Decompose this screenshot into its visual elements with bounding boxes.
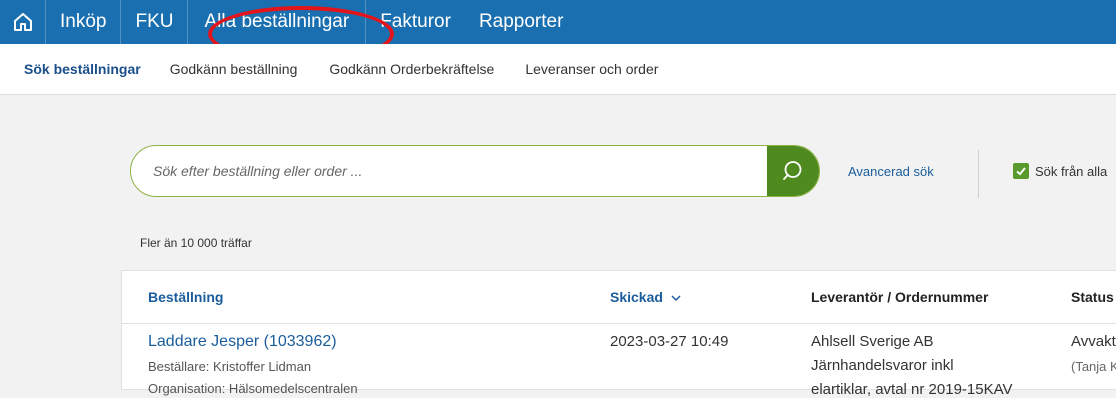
nav-alla-bestallningar[interactable]: Alla beställningar — [188, 0, 367, 44]
search-all-label: Sök från alla — [1035, 163, 1108, 179]
advanced-search-link[interactable]: Avancerad sök — [848, 164, 934, 179]
nav-fakturor[interactable]: Fakturor — [366, 0, 465, 44]
order-link[interactable]: Laddare Jesper (1033962) — [148, 333, 337, 351]
supplier-name: Ahlsell Sverige AB — [811, 333, 934, 350]
nav-fku[interactable]: FKU — [121, 0, 189, 44]
sent-date: 2023-03-27 10:49 — [610, 333, 729, 350]
status-person: (Tanja Karlsson) — [1071, 359, 1116, 374]
search-all-checkbox[interactable] — [1013, 163, 1029, 179]
supplier-description-more: elartiklar, avtal nr 2019-15KAV — [811, 381, 1013, 398]
search-all-option[interactable]: Sök från alla — [1013, 163, 1107, 179]
column-header-sent-label: Skickad — [610, 289, 663, 305]
nav-rapporter[interactable]: Rapporter — [465, 0, 578, 44]
column-header-status: Status — [1071, 289, 1114, 305]
result-count: Fler än 10 000 träffar — [140, 236, 252, 250]
divider — [978, 150, 979, 198]
column-header-supplier: Leverantör / Ordernummer — [811, 289, 989, 305]
home-button[interactable] — [0, 0, 46, 44]
home-icon — [13, 13, 32, 31]
results-table: Beställning Skickad Leverantör / Ordernu… — [121, 270, 1116, 398]
status-value: Avvaktar — [1071, 333, 1116, 350]
orderer-text: Beställare: Kristoffer Lidman — [148, 359, 312, 374]
subnav-godkann-orderbekraftelse[interactable]: Godkänn Orderbekräftelse — [329, 61, 494, 77]
nav-inkop[interactable]: Inköp — [46, 0, 122, 44]
table-row: Laddare Jesper (1033962) Beställare: Kri… — [122, 323, 1116, 398]
search-button[interactable] — [767, 146, 819, 196]
organization-text: Organisation: Hälsomedelscentralen — [148, 381, 358, 396]
column-header-sent[interactable]: Skickad — [610, 289, 681, 305]
subnav-leveranser-och-order[interactable]: Leveranser och order — [525, 61, 658, 77]
checkmark-icon — [1016, 167, 1026, 176]
column-header-order[interactable]: Beställning — [148, 289, 223, 305]
sub-navigation: Sök beställningar Godkänn beställning Go… — [0, 44, 1116, 95]
supplier-description: Järnhandelsvaror inkl — [811, 357, 954, 374]
subnav-sok-bestallningar[interactable]: Sök beställningar — [24, 61, 141, 77]
subnav-godkann-bestallning[interactable]: Godkänn beställning — [170, 61, 298, 77]
table-header: Beställning Skickad Leverantör / Ordernu… — [122, 271, 1116, 324]
chevron-down-icon — [671, 295, 681, 302]
search-input[interactable] — [131, 146, 769, 196]
search-box — [130, 145, 820, 197]
search-icon — [783, 161, 802, 180]
top-navigation: Inköp FKU Alla beställningar Fakturor Ra… — [0, 0, 1116, 44]
